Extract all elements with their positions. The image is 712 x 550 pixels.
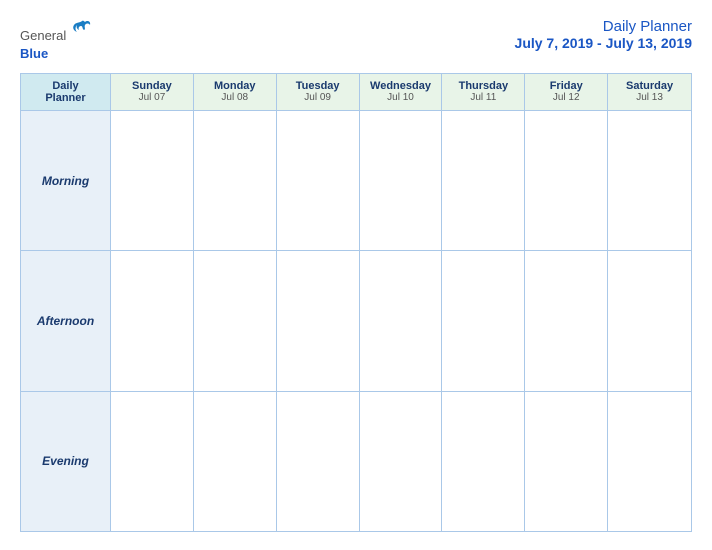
- afternoon-monday[interactable]: [194, 251, 277, 390]
- morning-sunday[interactable]: [111, 111, 194, 250]
- header-sunday: Sunday Jul 07: [111, 74, 194, 111]
- header-planner: Planner: [25, 92, 106, 104]
- label-morning: Morning: [21, 111, 111, 250]
- morning-friday[interactable]: [525, 111, 608, 250]
- header-friday: Friday Jul 12: [525, 74, 608, 111]
- afternoon-friday[interactable]: [525, 251, 608, 390]
- evening-friday[interactable]: [525, 392, 608, 531]
- evening-wednesday[interactable]: [360, 392, 443, 531]
- logo-area: General Blue: [20, 18, 93, 63]
- header-wednesday: Wednesday Jul 10: [360, 74, 443, 111]
- header-tuesday: Tuesday Jul 09: [277, 74, 360, 111]
- calendar-body: Morning Afternoon Evening: [21, 111, 691, 531]
- header-thursday: Thursday Jul 11: [442, 74, 525, 111]
- morning-thursday[interactable]: [442, 111, 525, 250]
- afternoon-wednesday[interactable]: [360, 251, 443, 390]
- afternoon-saturday[interactable]: [608, 251, 691, 390]
- label-evening: Evening: [21, 392, 111, 531]
- evening-monday[interactable]: [194, 392, 277, 531]
- planner-dates: July 7, 2019 - July 13, 2019: [515, 35, 692, 51]
- row-afternoon: Afternoon: [21, 251, 691, 391]
- evening-tuesday[interactable]: [277, 392, 360, 531]
- morning-saturday[interactable]: [608, 111, 691, 250]
- afternoon-tuesday[interactable]: [277, 251, 360, 390]
- logo-general: General: [20, 28, 66, 43]
- logo-bird-icon: [71, 18, 93, 40]
- evening-thursday[interactable]: [442, 392, 525, 531]
- row-evening: Evening: [21, 392, 691, 531]
- calendar-header-row: Daily Planner Sunday Jul 07 Monday Jul 0…: [21, 74, 691, 111]
- label-afternoon: Afternoon: [21, 251, 111, 390]
- evening-saturday[interactable]: [608, 392, 691, 531]
- header-monday: Monday Jul 08: [194, 74, 277, 111]
- morning-monday[interactable]: [194, 111, 277, 250]
- header-daily: Daily: [25, 80, 106, 92]
- evening-sunday[interactable]: [111, 392, 194, 531]
- planner-title: Daily Planner: [515, 18, 692, 35]
- afternoon-thursday[interactable]: [442, 251, 525, 390]
- morning-wednesday[interactable]: [360, 111, 443, 250]
- title-area: Daily Planner July 7, 2019 - July 13, 20…: [515, 18, 692, 51]
- morning-tuesday[interactable]: [277, 111, 360, 250]
- logo-text: General Blue: [20, 18, 93, 63]
- afternoon-sunday[interactable]: [111, 251, 194, 390]
- calendar-wrapper: Daily Planner Sunday Jul 07 Monday Jul 0…: [20, 73, 692, 532]
- row-morning: Morning: [21, 111, 691, 251]
- header-saturday: Saturday Jul 13: [608, 74, 691, 111]
- header-label-cell: Daily Planner: [21, 74, 111, 111]
- logo-blue: Blue: [20, 46, 48, 61]
- top-header: General Blue Daily Planner July 7, 2019 …: [20, 18, 692, 63]
